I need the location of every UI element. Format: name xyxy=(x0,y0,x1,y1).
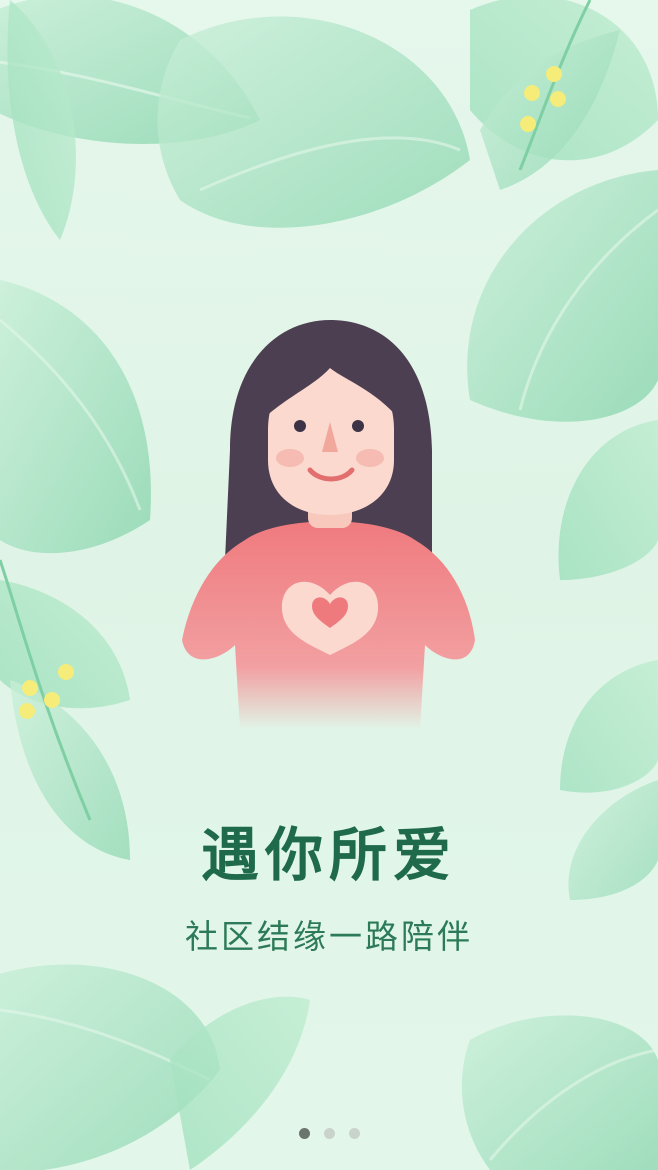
berry xyxy=(44,692,60,708)
leaf xyxy=(560,660,658,793)
berry xyxy=(58,664,74,680)
page-dot[interactable] xyxy=(323,1128,335,1139)
berry xyxy=(22,680,38,696)
leaf xyxy=(0,280,151,554)
leaf xyxy=(558,420,658,580)
page-indicator xyxy=(0,1128,658,1139)
leaf xyxy=(157,16,470,228)
leaf xyxy=(467,170,658,422)
onboarding-screen[interactable]: 遇你所爱 社区结缘一路陪伴 xyxy=(0,0,658,1170)
berry xyxy=(550,91,566,107)
berry xyxy=(19,703,35,719)
berry xyxy=(520,116,536,132)
eye xyxy=(352,420,364,432)
girl-heart-hands-illustration xyxy=(182,320,475,730)
berry xyxy=(546,66,562,82)
subtitle: 社区结缘一路陪伴 xyxy=(185,917,473,956)
page-dot[interactable] xyxy=(348,1128,360,1139)
berry xyxy=(524,85,540,101)
page-dot-active[interactable] xyxy=(298,1128,310,1139)
eye xyxy=(294,420,306,432)
headline: 遇你所爱 xyxy=(200,821,457,889)
